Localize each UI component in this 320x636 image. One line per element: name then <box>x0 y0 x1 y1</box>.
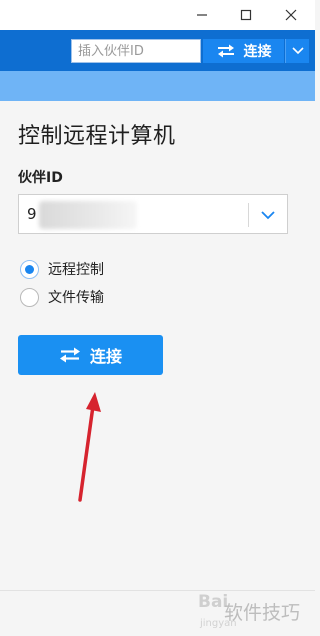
swap-arrows-icon <box>59 347 80 363</box>
connect-label: 连接 <box>89 347 122 366</box>
header-band <box>0 71 315 101</box>
radio-button[interactable] <box>20 287 39 307</box>
chevron-down-icon <box>261 210 275 219</box>
combo-divider <box>248 203 249 227</box>
radio-remote-control[interactable]: 远程控制 <box>20 258 104 280</box>
swap-arrows-icon <box>217 44 234 58</box>
radio-label: 远程控制 <box>48 262 104 278</box>
close-button[interactable] <box>268 0 314 30</box>
watermark-text: 软件技巧 <box>224 602 301 624</box>
title-bar <box>0 0 315 30</box>
partner-id-quick-input[interactable] <box>71 39 201 63</box>
partner-id-value: 9 <box>27 205 37 223</box>
close-icon <box>285 9 297 21</box>
maximize-icon <box>240 9 252 21</box>
chevron-down-icon <box>291 47 304 55</box>
redacted-id-blur <box>39 201 137 229</box>
top-connect-dropdown[interactable] <box>285 39 309 63</box>
partner-id-label: 伙伴ID <box>18 170 63 186</box>
connect-button[interactable]: 连接 <box>18 335 163 375</box>
annotation-arrow-icon <box>78 392 101 502</box>
maximize-button[interactable] <box>223 0 269 30</box>
radio-button-selected[interactable] <box>20 259 39 279</box>
top-connect-button[interactable]: 连接 <box>203 39 284 63</box>
radio-file-transfer[interactable]: 文件传输 <box>20 286 104 308</box>
minimize-button[interactable] <box>179 0 225 30</box>
radio-label: 文件传输 <box>48 290 104 306</box>
top-toolbar: 连接 <box>0 30 315 71</box>
page-title: 控制远程计算机 <box>18 124 176 149</box>
partner-id-dropdown-button[interactable] <box>255 203 281 227</box>
watermark: Bai jingyan 软件技巧 <box>198 588 315 636</box>
minimize-icon <box>197 14 207 16</box>
partner-id-combobox[interactable]: 9 <box>18 194 288 234</box>
top-connect-label: 连接 <box>243 44 272 60</box>
